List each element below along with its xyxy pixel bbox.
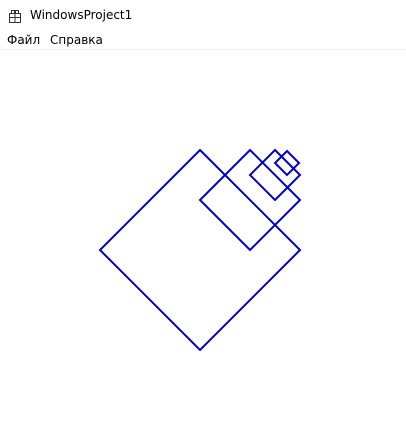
diamond-square-1	[98, 148, 302, 352]
app-window-icon	[9, 8, 21, 23]
window-title: WindowsProject1	[30, 8, 133, 22]
menu-bar: Файл Справка	[0, 30, 406, 50]
drawing-canvas	[98, 148, 302, 352]
menu-item-help[interactable]: Справка	[50, 32, 103, 48]
app-window: WindowsProject1 Файл Справка	[0, 0, 406, 439]
title-bar[interactable]: WindowsProject1	[0, 0, 406, 30]
client-area	[0, 50, 406, 439]
menu-item-file[interactable]: Файл	[7, 32, 40, 48]
